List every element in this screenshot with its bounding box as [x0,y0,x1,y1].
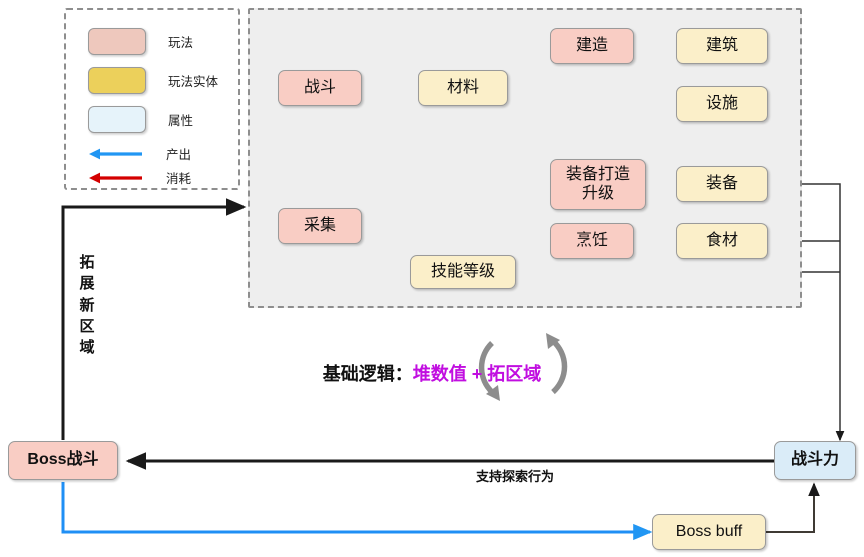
label-expand-new-area: 拓 展 新 区 域 [76,252,98,358]
expand-char-4: 域 [79,339,95,357]
legend-label-produce: 产出 [166,148,192,162]
core-logic-prefix: 基础逻辑： [322,364,413,384]
legend-swatch-play [88,28,146,55]
node-jianzhu[interactable]: 建筑 [676,28,768,64]
legend-swatch-entity [88,67,146,94]
legend-swatch-attribute [88,106,146,133]
legend-item-consume: 消耗 [88,168,191,187]
legend-item-produce: 产出 [88,144,191,163]
legend-panel: 玩法 玩法实体 属性 产出 消耗 [64,8,240,190]
node-shicai[interactable]: 食材 [676,223,768,259]
node-jineng-dengji[interactable]: 技能等级 [410,255,516,289]
expand-char-2: 新 [79,296,95,314]
node-cailiao[interactable]: 材料 [418,70,508,106]
legend-label-consume: 消耗 [166,172,192,186]
node-caiji[interactable]: 采集 [278,208,362,244]
node-pengren[interactable]: 烹饪 [550,223,634,259]
legend-arrow-produce-icon [88,147,144,161]
legend-label-entity: 玩法实体 [168,75,219,89]
node-zhandou[interactable]: 战斗 [278,70,362,106]
expand-char-1: 展 [79,275,95,293]
label-support-explore: 支持探索行为 [472,466,559,485]
node-boss-buff[interactable]: Boss buff [652,514,766,550]
legend-item-attribute: 属性 [88,106,193,133]
node-boss-zhandou[interactable]: Boss战斗 [8,441,118,480]
diagram-canvas: 玩法 玩法实体 属性 产出 消耗 战斗 采集 材料 技能等级 建造 建筑 设施 … [0,0,864,557]
node-zhuangbei-dazao-shengji[interactable]: 装备打造 升级 [550,159,646,210]
node-sheshi[interactable]: 设施 [676,86,768,122]
core-logic-caption: 基础逻辑：堆数值 + 拓区域 [0,360,864,386]
legend-arrow-consume-icon [88,171,144,185]
legend-item-entity: 玩法实体 [88,67,218,94]
expand-char-0: 拓 [79,254,95,271]
legend-label-attribute: 属性 [168,114,194,128]
core-logic-value: 堆数值 + 拓区域 [412,364,542,384]
edge-boss-zhandou-to-boss-buff [61,482,653,541]
edge-boss-buff-to-zhandouli [766,482,820,533]
node-zhuangbei[interactable]: 装备 [676,166,768,202]
node-jianzao[interactable]: 建造 [550,28,634,64]
node-zhandouli[interactable]: 战斗力 [774,441,856,480]
legend-item-play: 玩法 [88,28,193,55]
legend-label-play: 玩法 [168,36,194,50]
expand-char-3: 区 [79,317,95,335]
